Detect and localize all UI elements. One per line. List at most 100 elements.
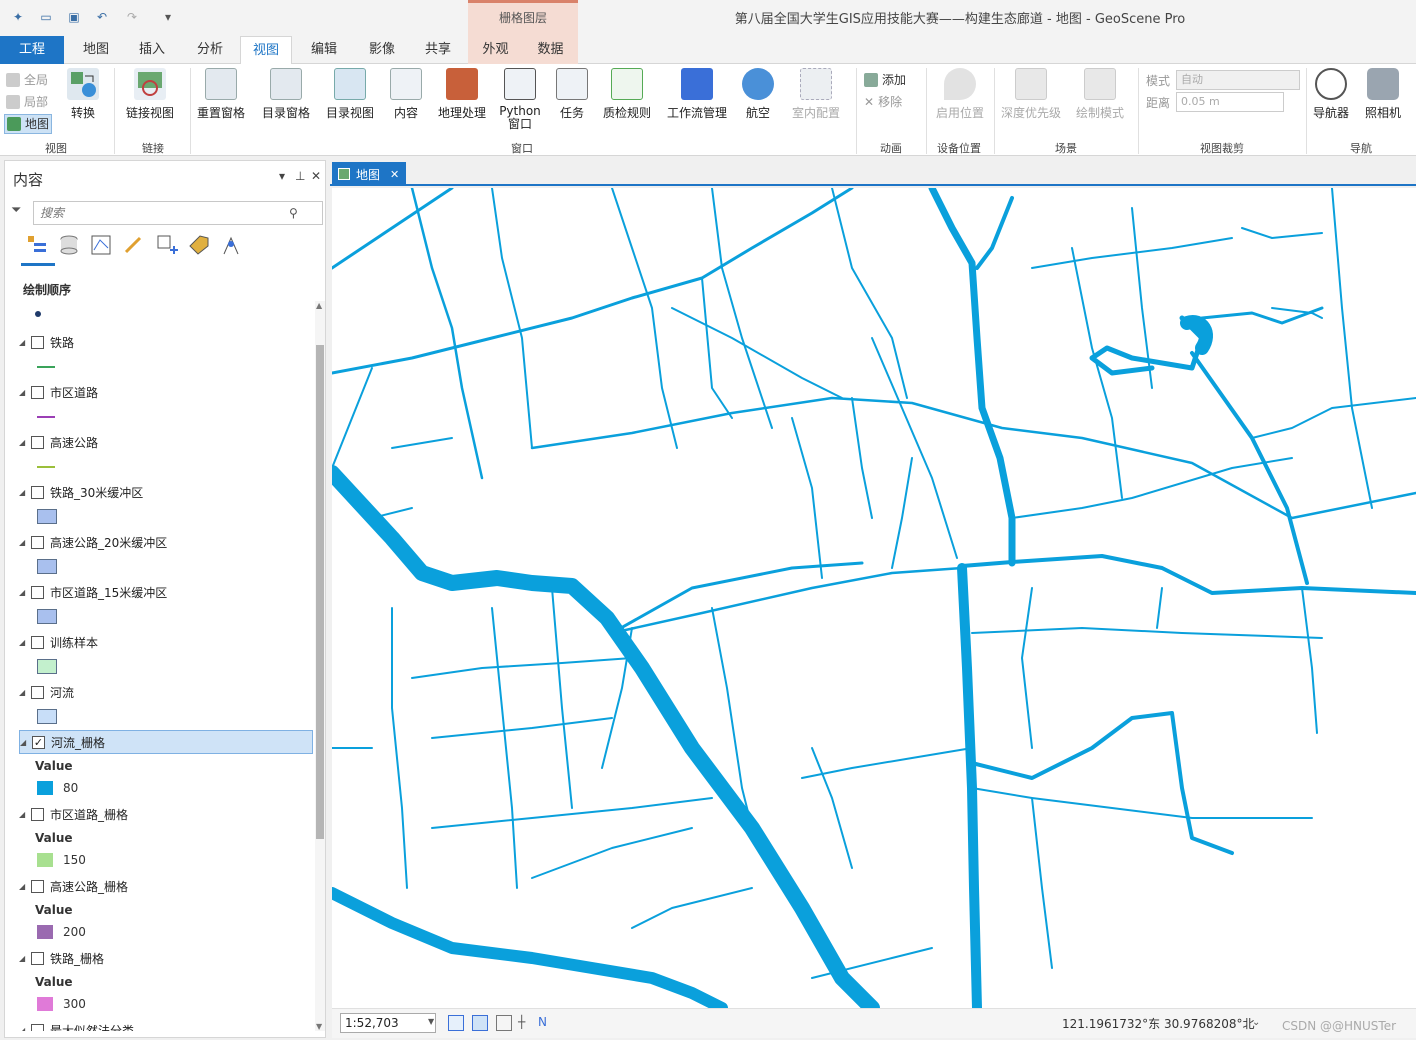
layer-symbol[interactable] xyxy=(37,366,55,368)
list-by-editing-icon[interactable] xyxy=(121,233,145,257)
layer-symbol[interactable] xyxy=(37,609,57,624)
tab-insert[interactable]: 插入 xyxy=(126,36,178,64)
layer-symbol[interactable] xyxy=(37,659,57,674)
pane-menu-icon[interactable]: ▾ xyxy=(279,169,285,183)
pin-icon[interactable]: ⊥ xyxy=(295,169,305,183)
layer-row[interactable]: ◢ 铁路 xyxy=(19,331,313,353)
layer-list-scrollbar[interactable]: ▲ ▼ xyxy=(315,301,325,1031)
map-view-tab[interactable]: 地图 ✕ xyxy=(332,162,406,186)
expand-caret-icon[interactable]: ◢ xyxy=(19,438,31,447)
close-pane-icon[interactable]: ✕ xyxy=(311,169,321,183)
layer-row[interactable]: ◢ 高速公路_栅格 xyxy=(19,875,313,897)
close-tab-icon[interactable]: ✕ xyxy=(390,168,399,181)
layer-visibility-checkbox[interactable] xyxy=(31,685,44,699)
layer-visibility-checkbox[interactable] xyxy=(31,435,44,449)
tab-view[interactable]: 视图 xyxy=(240,36,292,65)
local-view-button[interactable]: 局部 xyxy=(6,92,48,112)
layer-visibility-checkbox[interactable] xyxy=(31,335,44,349)
layer-visibility-checkbox[interactable] xyxy=(31,385,44,399)
expand-caret-icon[interactable]: ◢ xyxy=(19,954,31,963)
layer-symbol[interactable] xyxy=(37,997,53,1011)
clip-mode-dropdown[interactable]: 自动 xyxy=(1176,70,1300,90)
scale-dropdown[interactable]: 1:52,703 xyxy=(340,1013,436,1033)
geoprocessing-button[interactable]: 地理处理 xyxy=(434,68,490,121)
layer-symbol[interactable] xyxy=(37,925,53,939)
expand-caret-icon[interactable]: ◢ xyxy=(19,638,31,647)
list-by-selection-icon[interactable] xyxy=(89,233,113,257)
expand-caret-icon[interactable]: ◢ xyxy=(19,810,31,819)
layer-symbol[interactable] xyxy=(37,466,55,468)
remove-animation-button[interactable]: ✕ 移除 xyxy=(864,92,902,112)
tab-project[interactable]: 工程 xyxy=(0,36,64,64)
layer-symbol[interactable] xyxy=(37,509,57,524)
expand-caret-icon[interactable]: ◢ xyxy=(19,688,31,697)
tab-map[interactable]: 地图 xyxy=(70,36,122,64)
layer-row[interactable]: ◢ 铁路_栅格 xyxy=(19,947,313,969)
link-views-button[interactable]: 链接视图 xyxy=(120,68,180,121)
expand-caret-icon[interactable]: ◢ xyxy=(19,1026,31,1032)
scroll-thumb[interactable] xyxy=(316,345,324,839)
layer-visibility-checkbox[interactable] xyxy=(31,951,44,965)
tab-imagery[interactable]: 影像 xyxy=(354,36,410,64)
open-folder-icon[interactable]: ▭ xyxy=(38,9,54,25)
redo-icon[interactable]: ↷ xyxy=(124,9,140,25)
layer-symbol[interactable] xyxy=(37,709,57,724)
scale-dropdown-arrow-icon[interactable]: ▼ xyxy=(428,1017,434,1026)
layer-visibility-checkbox[interactable] xyxy=(31,807,44,821)
enable-location-button[interactable]: 启用位置 xyxy=(932,68,988,121)
customize-toolbar-icon[interactable]: ▾ xyxy=(160,9,176,25)
layer-row[interactable]: ◢ 最大似然法分类 xyxy=(19,1019,313,1031)
search-icon[interactable]: ⚲ xyxy=(289,206,298,220)
draw-mode-button[interactable]: 绘制模式 xyxy=(1072,68,1128,121)
tab-data[interactable]: 数据 xyxy=(523,36,578,64)
snapping-icon[interactable] xyxy=(472,1015,488,1031)
layer-row[interactable]: ◢ 市区道路_15米缓冲区 xyxy=(19,581,313,603)
list-by-snapping-icon[interactable] xyxy=(155,233,179,257)
filter-icon[interactable]: ⏷ xyxy=(11,203,21,218)
tab-edit[interactable]: 编辑 xyxy=(296,36,352,64)
layer-row[interactable]: ◢ 市区道路_栅格 xyxy=(19,803,313,825)
layer-visibility-checkbox[interactable] xyxy=(31,879,44,893)
layer-row-selected[interactable]: ◢ ✓ 河流_栅格 xyxy=(19,730,313,754)
list-by-data-source-icon[interactable] xyxy=(57,233,81,257)
tab-appearance[interactable]: 外观 xyxy=(468,36,523,64)
expand-caret-icon[interactable]: ◢ xyxy=(19,388,31,397)
navigator-button[interactable]: 导航器 xyxy=(1310,68,1352,121)
scroll-up-icon[interactable]: ▲ xyxy=(316,301,322,310)
clip-distance-field[interactable]: 0.05 m xyxy=(1176,92,1284,112)
expand-caret-icon[interactable]: ◢ xyxy=(19,488,31,497)
scroll-down-icon[interactable]: ▼ xyxy=(316,1022,322,1031)
coordinate-format-chevron-icon[interactable]: ⌄ xyxy=(1252,1017,1260,1028)
tab-analysis[interactable]: 分析 xyxy=(182,36,238,64)
fixed-zoom-icon[interactable] xyxy=(448,1015,464,1031)
layer-symbol[interactable] xyxy=(37,853,53,867)
workflow-mgmt-button[interactable]: 工作流管理 xyxy=(664,68,730,121)
camera-button[interactable]: 照相机 xyxy=(1362,68,1404,121)
convert-button[interactable]: 转换 xyxy=(64,68,102,121)
layer-visibility-checkbox[interactable]: ✓ xyxy=(32,735,45,749)
map-canvas[interactable] xyxy=(332,188,1416,1008)
layer-symbol[interactable] xyxy=(37,416,55,418)
north-arrow-icon[interactable]: N xyxy=(538,1015,554,1031)
map-node-icon[interactable] xyxy=(35,311,41,317)
layer-row[interactable]: ◢ 高速公路_20米缓冲区 xyxy=(19,531,313,553)
catalog-view-button[interactable]: 目录视图 xyxy=(322,68,378,121)
layer-symbol[interactable] xyxy=(37,559,57,574)
contents-button[interactable]: 内容 xyxy=(386,68,426,121)
python-window-button[interactable]: Python 窗口 xyxy=(498,68,542,132)
layer-row[interactable]: ◢ 市区道路 xyxy=(19,381,313,403)
aviation-button[interactable]: 航空 xyxy=(738,68,778,121)
reset-panes-button[interactable]: 重置窗格 xyxy=(194,68,248,121)
quality-rules-button[interactable]: 质检规则 xyxy=(600,68,654,121)
expand-caret-icon[interactable]: ◢ xyxy=(19,338,31,347)
layer-row[interactable]: ◢ 铁路_30米缓冲区 xyxy=(19,481,313,503)
tasks-button[interactable]: 任务 xyxy=(552,68,592,121)
expand-caret-icon[interactable]: ◢ xyxy=(19,538,31,547)
constraint-icon[interactable]: ┼ xyxy=(518,1015,534,1031)
undo-icon[interactable]: ↶ xyxy=(94,9,110,25)
global-view-button[interactable]: 全局 xyxy=(6,70,48,90)
save-icon[interactable]: ▣ xyxy=(66,9,82,25)
layer-row[interactable]: ◢ 高速公路 xyxy=(19,431,313,453)
expand-caret-icon[interactable]: ◢ xyxy=(19,882,31,891)
new-project-icon[interactable]: ✦ xyxy=(10,9,26,25)
